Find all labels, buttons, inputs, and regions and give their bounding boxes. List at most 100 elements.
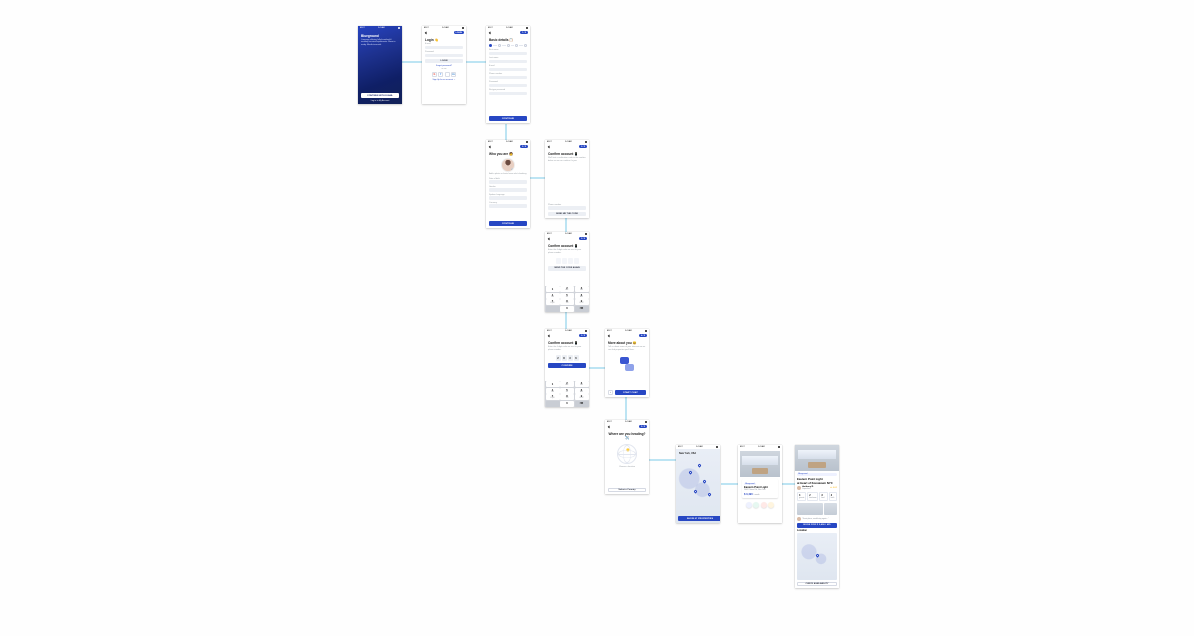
- signup-link[interactable]: Sign Up for an account →: [425, 79, 463, 81]
- keypad-key[interactable]: 2ABC: [560, 286, 574, 292]
- last-name-input[interactable]: [489, 60, 527, 64]
- login-button[interactable]: LOGIN: [425, 59, 463, 63]
- login-link[interactable]: Log in to My Account: [361, 100, 399, 102]
- country-select[interactable]: Select a Country: [608, 488, 646, 492]
- filter-fab[interactable]: [746, 502, 752, 508]
- keypad-key[interactable]: 7PQRS: [546, 394, 560, 400]
- password-input[interactable]: [489, 84, 527, 88]
- keypad-key[interactable]: ⌫: [575, 401, 589, 407]
- page-title: Where are you heading? ✈️: [608, 432, 646, 440]
- map-pin-icon[interactable]: [697, 463, 701, 467]
- camera-icon[interactable]: [511, 168, 515, 172]
- code-digit[interactable]: [574, 258, 579, 264]
- keypad-key[interactable]: 8TUV: [560, 394, 574, 400]
- time: 9:41 AM: [378, 27, 385, 29]
- map-pin-icon[interactable]: [693, 489, 697, 493]
- dob-input[interactable]: [489, 180, 527, 184]
- email-input[interactable]: [489, 68, 527, 72]
- first-name-input[interactable]: [489, 52, 527, 56]
- linkedin-icon[interactable]: in: [451, 72, 456, 77]
- availability-button[interactable]: CHECK AVAILABILITY: [797, 582, 837, 586]
- keypad-key[interactable]: 4GHI: [546, 293, 560, 299]
- gender-input[interactable]: [489, 188, 527, 192]
- resend-button[interactable]: SEND THE CODE AGAIN: [548, 266, 586, 270]
- code-digit[interactable]: 3: [568, 355, 573, 361]
- forgot-link[interactable]: Forgot password?: [425, 65, 463, 67]
- book-button[interactable]: BOOK FOR $ 3,490 / MO: [797, 523, 837, 528]
- keypad-key[interactable]: [546, 401, 560, 407]
- keypad-key[interactable]: [546, 306, 560, 312]
- code-digit[interactable]: [556, 258, 561, 264]
- keypad-key[interactable]: 9WXYZ: [575, 394, 589, 400]
- map[interactable]: SHOW 67 PROPERTIES New York, USA: [676, 449, 720, 523]
- label: Last name: [489, 57, 527, 59]
- avatar-upload[interactable]: [501, 158, 515, 172]
- screen-destination: AT&T9:41 AM 5 / 5 Where are you heading?…: [605, 420, 649, 494]
- start-chat-button[interactable]: START CHAT: [615, 390, 646, 395]
- gallery-photo[interactable]: [824, 503, 837, 515]
- keypad-key[interactable]: 6MNO: [575, 388, 589, 394]
- back-icon[interactable]: [547, 237, 550, 240]
- keypad-key[interactable]: 0: [560, 401, 574, 407]
- back-icon[interactable]: [424, 31, 427, 34]
- keypad-key[interactable]: 9WXYZ: [575, 299, 589, 305]
- code-digit[interactable]: [568, 258, 573, 264]
- filter-fab[interactable]: [768, 502, 774, 508]
- chat-illustration: [620, 357, 634, 371]
- listing-photo[interactable]: [740, 451, 780, 477]
- filter-fab[interactable]: [761, 502, 767, 508]
- code-digit[interactable]: 6: [574, 355, 579, 361]
- back-button[interactable]: ‹: [608, 390, 613, 395]
- back-icon[interactable]: [547, 145, 550, 148]
- listing-title2: at Heart of Koreatown NYC: [797, 481, 837, 485]
- password2-input[interactable]: [489, 92, 527, 96]
- code-digit[interactable]: 2: [556, 355, 561, 361]
- password-input[interactable]: [425, 54, 463, 58]
- gallery-photo[interactable]: [797, 503, 823, 515]
- map-pin-icon[interactable]: [703, 479, 707, 483]
- email-input[interactable]: [425, 46, 463, 50]
- phone-input[interactable]: [489, 76, 527, 80]
- keypad-key[interactable]: 5JKL: [560, 388, 574, 394]
- google-icon[interactable]: G: [432, 72, 437, 77]
- keypad-key[interactable]: 1: [546, 381, 560, 387]
- code-digit[interactable]: 8: [562, 355, 567, 361]
- send-code-button[interactable]: SEND ME THE CODE: [548, 212, 586, 216]
- back-icon[interactable]: [488, 145, 491, 148]
- back-icon[interactable]: [547, 334, 550, 337]
- listing-card[interactable]: Blueground Eastern Point Light 2605 Palm…: [742, 479, 778, 498]
- phone-input[interactable]: [548, 206, 586, 210]
- keypad-key[interactable]: 2ABC: [560, 381, 574, 387]
- keypad-key[interactable]: 1: [546, 286, 560, 292]
- keypad-key[interactable]: 3DEF: [575, 381, 589, 387]
- filter-fab[interactable]: [753, 502, 759, 508]
- facebook-icon[interactable]: f: [438, 72, 443, 77]
- apple-icon[interactable]: [445, 72, 450, 77]
- keypad-key[interactable]: 7PQRS: [546, 299, 560, 305]
- keypad-key[interactable]: 4GHI: [546, 388, 560, 394]
- hero-photo[interactable]: [795, 445, 839, 471]
- back-icon[interactable]: [607, 334, 610, 337]
- currency-input[interactable]: [489, 204, 527, 208]
- mini-map[interactable]: [797, 533, 837, 580]
- keypad-key[interactable]: 6MNO: [575, 293, 589, 299]
- show-properties-button[interactable]: SHOW 67 PROPERTIES: [678, 516, 720, 521]
- keypad-key[interactable]: ⌫: [575, 306, 589, 312]
- confirm-button[interactable]: CONFIRM: [548, 363, 586, 368]
- map-pin-icon[interactable]: [689, 471, 693, 475]
- back-icon[interactable]: [607, 425, 610, 428]
- review-row[interactable]: “Great place, would stay again…”: [797, 517, 837, 521]
- keypad-key[interactable]: 8TUV: [560, 299, 574, 305]
- continue-button[interactable]: CONTINUE: [489, 221, 527, 226]
- social-row: G f in: [425, 72, 463, 77]
- continue-button[interactable]: CONTINUE: [489, 116, 527, 121]
- back-icon[interactable]: [488, 31, 491, 34]
- map-pin-icon[interactable]: [707, 493, 711, 497]
- code-digit[interactable]: [562, 258, 567, 264]
- host-row[interactable]: Anthony R. Superhost ★ 4.62: [797, 486, 837, 490]
- keypad-key[interactable]: 0: [560, 306, 574, 312]
- keypad-key[interactable]: 5JKL: [560, 293, 574, 299]
- keypad-key[interactable]: 3DEF: [575, 286, 589, 292]
- continue-email-button[interactable]: CONTINUE WITH E-MAIL: [361, 93, 399, 98]
- language-input[interactable]: [489, 196, 527, 200]
